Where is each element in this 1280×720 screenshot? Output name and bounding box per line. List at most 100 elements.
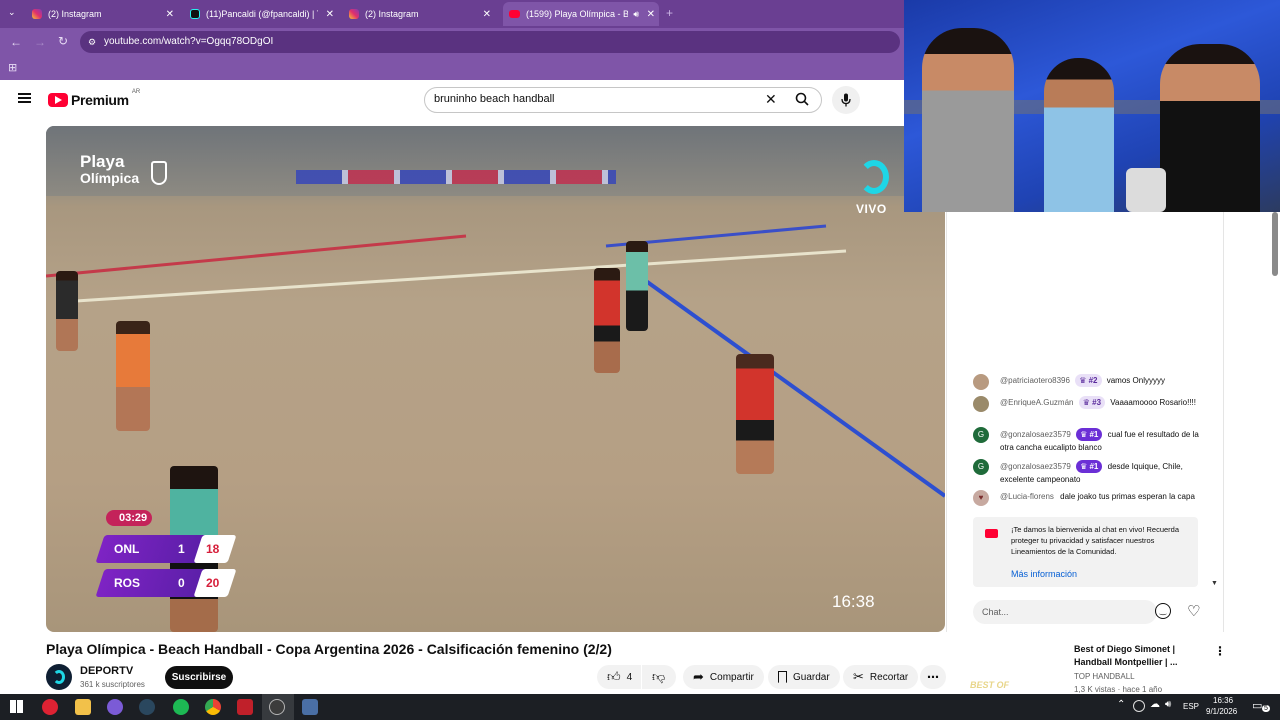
browser-tab[interactable]: (2) Instagram ✕ [32,4,178,24]
volume-icon[interactable]: 🔊︎ [1165,699,1171,710]
video-player[interactable]: Playa Olímpica VIVO 03:29 ONL 1 18 ROS 0… [46,126,945,632]
thumbs-up-icon: 👍︎ [607,669,621,684]
gift-rank-badge: ♛ #1 [1076,428,1103,441]
browser-tab-active[interactable]: (1599) Playa Olímpica - Bea 🔊︎ ✕ [503,2,659,26]
player-figure [626,241,648,331]
spotify-icon[interactable] [173,699,189,715]
subscribe-button[interactable]: Suscribirse [165,666,233,689]
scroll-down-icon[interactable]: ▼ [1211,580,1218,587]
browser-tab[interactable]: (11)Pancaldi (@fpancaldi) | TikT ✕ [190,4,338,24]
browser-tab-bar: ⌄ (2) Instagram ✕ (11)Pancaldi (@fpancal… [0,0,904,28]
score-row: ROS 0 20 [95,569,237,597]
windows-taskbar: ⌃ ☁ 🔊︎ ESP 16:36 9/1/2026 ▭ 5 [0,694,1280,720]
app-icon[interactable] [107,699,123,715]
game-clock-pill: 03:29 [106,510,152,526]
menu-icon[interactable] [18,93,31,103]
channel-avatar[interactable] [46,664,72,690]
back-icon[interactable]: ← [10,35,22,49]
voice-search-button[interactable] [832,86,860,114]
clock-date[interactable]: 9/1/2026 [1206,707,1237,716]
site-info-icon[interactable]: ⚙ [88,31,96,53]
clear-search-icon[interactable]: ✕ [765,91,777,108]
instagram-icon [32,9,42,19]
more-vertical-icon[interactable]: ⋮ [1214,644,1226,658]
player-figure [56,271,78,351]
deportv-logo-icon [859,160,889,194]
deportv-logo-icon [53,670,65,684]
clip-button[interactable]: ✂ Recortar [843,665,919,689]
search-icon[interactable] [795,92,809,106]
more-horizontal-icon: ⋯ [927,670,939,684]
browser-tab[interactable]: (2) Instagram ✕ [349,4,495,24]
recommended-video-meta: 1,3 K vistas · hace 1 año [1074,685,1163,694]
person-figure [1044,58,1114,212]
close-tab-icon[interactable]: ✕ [326,9,334,20]
recommended-video-title[interactable]: Best of Diego Simonet | Handball Montpel… [1074,643,1198,669]
tab-list-icon[interactable]: ⌄ [8,7,20,19]
address-bar-row: ← → ↻ ⚙ youtube.com/watch?v=Ogqq78ODgOI [0,28,904,56]
clock-time[interactable]: 16:36 [1213,696,1233,705]
app-icon[interactable] [42,699,58,715]
file-explorer-icon[interactable] [75,699,91,715]
tray-chevron-icon[interactable]: ⌃ [1117,699,1125,710]
like-button[interactable]: 👍︎ 4 [597,665,641,689]
player-figure [116,321,150,431]
steam-icon[interactable] [139,699,155,715]
language-indicator[interactable]: ESP [1183,702,1199,711]
windows-start-icon[interactable] [10,700,23,713]
emoji-icon[interactable]: ‿ [1155,603,1171,619]
youtube-icon [985,529,998,538]
share-button[interactable]: ➦ Compartir [683,665,764,689]
more-info-link[interactable]: Más información [1011,569,1077,579]
person-figure [1160,44,1260,212]
close-tab-icon[interactable]: ✕ [483,9,491,20]
reload-icon[interactable]: ↻ [58,34,68,48]
live-chat-panel: @patriciaotero8396 ♛ #2 vamos Onlyyyyy @… [946,212,1224,632]
new-tab-button[interactable]: + [666,6,673,20]
youtube-logo[interactable]: Premium AR [48,89,140,108]
chat-message: @EnriqueA.Guzmán ♛ #3 Vaaaamoooo Rosario… [1000,396,1196,409]
dislike-button[interactable]: 👎︎ [642,665,676,689]
apps-grid-icon[interactable]: ⊞ [8,61,17,74]
avatar: ♥ [973,490,989,506]
forward-icon[interactable]: → [34,35,46,49]
tray-app-icon[interactable] [1133,700,1145,712]
more-actions-button[interactable]: ⋯ [920,665,946,689]
player-figure [736,354,774,474]
save-button[interactable]: Guardar [768,665,840,689]
search-bar[interactable]: bruninho beach handball ✕ [424,87,822,113]
microphone-icon [841,93,851,107]
broadcast-timestamp: 16:38 [832,592,875,611]
chat-message: @patriciaotero8396 ♛ #2 vamos Onlyyyyy [1000,374,1165,387]
notification-count-badge: 5 [1262,705,1270,712]
heart-icon[interactable]: ♡ [1187,602,1200,620]
page-scrollbar[interactable] [1272,212,1278,276]
search-input[interactable]: bruninho beach handball [434,93,555,105]
playa-olimpica-logo: Playa Olímpica [80,152,140,186]
network-icon[interactable]: ☁ [1150,699,1160,710]
youtube-icon [509,10,520,18]
chat-message: @gonzalosaez3579 ♛ #1 desde Iquique, Chi… [1000,460,1183,484]
chat-message: @gonzalosaez3579 ♛ #1 cual fue el result… [1000,428,1199,452]
instagram-icon [349,9,359,19]
recommended-video-channel[interactable]: TOP HANDBALL [1074,672,1135,681]
share-icon: ➦ [693,669,704,684]
calculator-icon[interactable] [302,699,318,715]
score-row: ONL 1 18 [95,535,237,563]
close-tab-icon[interactable]: ✕ [166,9,174,20]
chat-input[interactable]: Chat... [973,600,1157,624]
recommended-video-thumbnail[interactable]: BEST OF [956,642,1068,694]
chrome-icon[interactable] [205,699,221,715]
live-label: VIVO [856,202,887,216]
gift-rank-badge: ♛ #2 [1075,374,1102,387]
player-figure [594,268,620,373]
gift-rank-badge: ♛ #1 [1076,460,1103,473]
url-field[interactable]: ⚙ youtube.com/watch?v=Ogqq78ODgOI [80,31,900,53]
notifications-icon[interactable]: ▭ [1252,699,1262,712]
app-icon[interactable] [237,699,253,715]
gaming-chair [1126,168,1166,212]
channel-name[interactable]: DEPORTV [80,665,133,677]
scoreboard: 03:29 ONL 1 18 ROS 0 20 [95,510,240,602]
close-tab-icon[interactable]: ✕ [647,9,655,20]
speaker-icon[interactable]: 🔊︎ [633,9,639,20]
